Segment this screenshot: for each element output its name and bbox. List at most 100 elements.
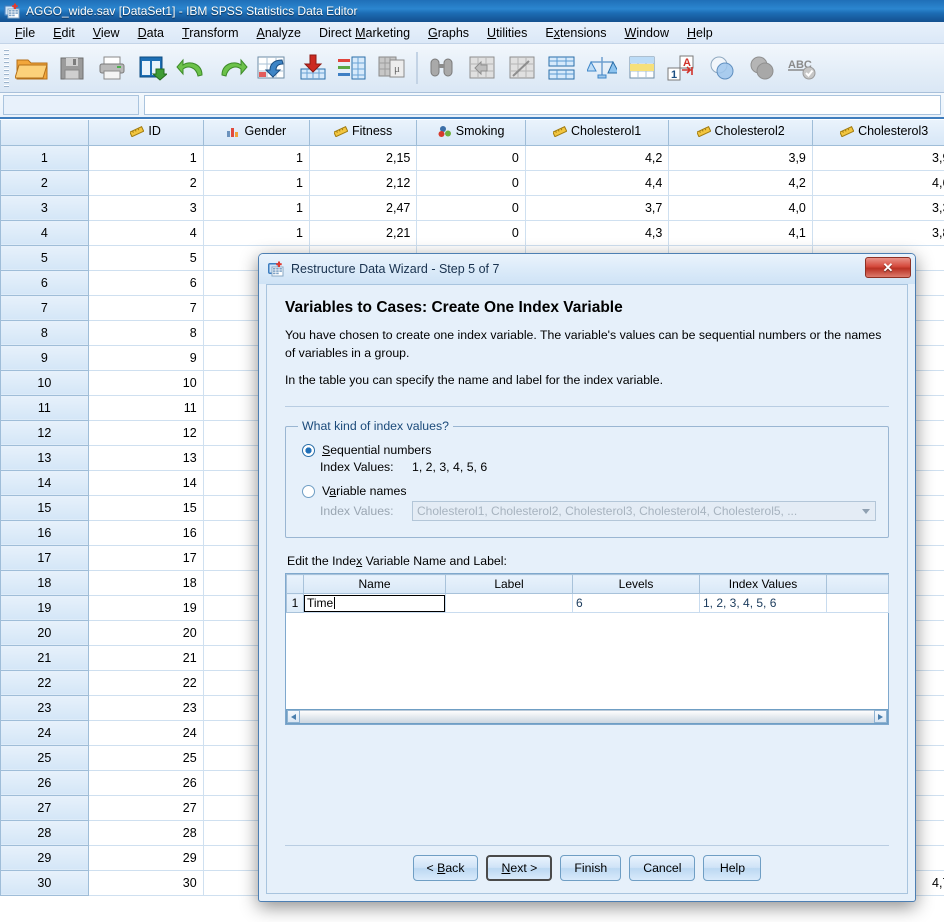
undo-icon[interactable] bbox=[172, 47, 212, 89]
column-header-gender[interactable]: Gender bbox=[203, 120, 309, 145]
grid-cell[interactable]: 1 bbox=[203, 170, 309, 195]
help-button[interactable]: Help bbox=[703, 855, 761, 881]
spell-check-icon[interactable]: ABC bbox=[782, 47, 822, 89]
menu-utilities[interactable]: Utilities bbox=[478, 24, 536, 42]
grid-cell[interactable]: 0 bbox=[417, 220, 525, 245]
menu-window[interactable]: Window bbox=[616, 24, 678, 42]
row-header[interactable]: 28 bbox=[1, 820, 89, 845]
index-table-header-label[interactable]: Label bbox=[446, 575, 573, 594]
split-file-icon[interactable] bbox=[542, 47, 582, 89]
row-header[interactable]: 13 bbox=[1, 445, 89, 470]
save-file-icon[interactable] bbox=[52, 47, 92, 89]
menu-edit[interactable]: Edit bbox=[44, 24, 84, 42]
row-header[interactable]: 9 bbox=[1, 345, 89, 370]
column-header-id[interactable]: ID bbox=[88, 120, 203, 145]
run-descriptives-icon[interactable]: μ bbox=[372, 47, 412, 89]
row-header[interactable]: 24 bbox=[1, 720, 89, 745]
index-name-input[interactable]: Time bbox=[304, 595, 445, 612]
grid-cell[interactable]: 3 bbox=[88, 195, 203, 220]
index-name-cell[interactable]: Time bbox=[304, 594, 446, 613]
grid-corner-header[interactable] bbox=[1, 120, 89, 145]
grid-cell[interactable]: 0 bbox=[417, 145, 525, 170]
grid-cell[interactable]: 9 bbox=[88, 345, 203, 370]
menu-direct-marketing[interactable]: Direct Marketing bbox=[310, 24, 419, 42]
grid-cell[interactable]: 2,15 bbox=[309, 145, 416, 170]
row-header[interactable]: 10 bbox=[1, 370, 89, 395]
grid-cell[interactable]: 2,47 bbox=[309, 195, 416, 220]
row-header[interactable]: 17 bbox=[1, 545, 89, 570]
menu-help[interactable]: Help bbox=[678, 24, 722, 42]
grid-cell[interactable]: 4,0 bbox=[669, 195, 813, 220]
grid-cell[interactable]: 4,4 bbox=[525, 170, 669, 195]
menu-graphs[interactable]: Graphs bbox=[419, 24, 478, 42]
grid-cell[interactable]: 5 bbox=[88, 245, 203, 270]
column-header-cholesterol2[interactable]: Cholesterol2 bbox=[669, 120, 813, 145]
scroll-track[interactable] bbox=[300, 710, 874, 723]
row-header[interactable]: 8 bbox=[1, 320, 89, 345]
insert-variable-icon[interactable] bbox=[502, 47, 542, 89]
column-header-cholesterol3[interactable]: Cholesterol3 bbox=[812, 120, 944, 145]
grid-cell[interactable]: 20 bbox=[88, 620, 203, 645]
grid-cell[interactable]: 13 bbox=[88, 445, 203, 470]
grid-cell[interactable]: 1 bbox=[203, 145, 309, 170]
grid-cell[interactable]: 3,9 bbox=[812, 145, 944, 170]
goto-variable-icon[interactable] bbox=[292, 47, 332, 89]
row-header[interactable]: 4 bbox=[1, 220, 89, 245]
index-table-row[interactable]: 1 Time 6 1, 2, 3, 4, 5, 6 bbox=[287, 594, 889, 613]
grid-cell[interactable]: 6 bbox=[88, 270, 203, 295]
select-cases-icon[interactable] bbox=[622, 47, 662, 89]
radio-sequential-numbers[interactable]: Sequential numbers bbox=[302, 443, 876, 457]
grid-cell[interactable]: 4,6 bbox=[812, 170, 944, 195]
column-header-smoking[interactable]: Smoking bbox=[417, 120, 525, 145]
grid-cell[interactable]: 1 bbox=[88, 145, 203, 170]
grid-cell[interactable]: 26 bbox=[88, 770, 203, 795]
scroll-right-icon[interactable] bbox=[874, 710, 887, 723]
row-header[interactable]: 2 bbox=[1, 170, 89, 195]
menu-transform[interactable]: Transform bbox=[173, 24, 248, 42]
index-table-header-index-values[interactable]: Index Values bbox=[700, 575, 827, 594]
cancel-button[interactable]: Cancel bbox=[629, 855, 695, 881]
row-header[interactable]: 20 bbox=[1, 620, 89, 645]
grid-cell[interactable]: 1 bbox=[203, 220, 309, 245]
toolbar-grip[interactable] bbox=[4, 49, 9, 87]
dialog-titlebar[interactable]: Restructure Data Wizard - Step 5 of 7 ✕ bbox=[259, 254, 915, 284]
cell-value-input[interactable] bbox=[144, 95, 941, 115]
value-labels-icon[interactable]: A 1 bbox=[662, 47, 702, 89]
grid-cell[interactable]: 18 bbox=[88, 570, 203, 595]
row-header[interactable]: 26 bbox=[1, 770, 89, 795]
grid-cell[interactable]: 3,3 bbox=[812, 195, 944, 220]
insert-case-icon[interactable] bbox=[462, 47, 502, 89]
recall-dialogs-icon[interactable] bbox=[132, 47, 172, 89]
index-table-horizontal-scrollbar[interactable] bbox=[286, 709, 888, 724]
grid-cell[interactable]: 0 bbox=[417, 195, 525, 220]
grid-cell[interactable]: 11 bbox=[88, 395, 203, 420]
row-header[interactable]: 3 bbox=[1, 195, 89, 220]
grid-cell[interactable]: 0 bbox=[417, 170, 525, 195]
grid-cell[interactable]: 14 bbox=[88, 470, 203, 495]
row-header[interactable]: 1 bbox=[1, 145, 89, 170]
grid-cell[interactable]: 2 bbox=[88, 170, 203, 195]
row-header[interactable]: 19 bbox=[1, 595, 89, 620]
row-header[interactable]: 30 bbox=[1, 870, 89, 895]
row-header[interactable]: 5 bbox=[1, 245, 89, 270]
scroll-left-icon[interactable] bbox=[287, 710, 300, 723]
grid-cell[interactable]: 12 bbox=[88, 420, 203, 445]
grid-cell[interactable]: 24 bbox=[88, 720, 203, 745]
column-header-cholesterol1[interactable]: Cholesterol1 bbox=[525, 120, 669, 145]
grid-cell[interactable]: 4 bbox=[88, 220, 203, 245]
grid-cell[interactable]: 23 bbox=[88, 695, 203, 720]
table-row[interactable]: 4412,2104,34,13,8 bbox=[1, 220, 944, 245]
show-all-variables-icon[interactable] bbox=[742, 47, 782, 89]
grid-cell[interactable]: 10 bbox=[88, 370, 203, 395]
grid-cell[interactable]: 2,21 bbox=[309, 220, 416, 245]
row-header[interactable]: 29 bbox=[1, 845, 89, 870]
grid-cell[interactable]: 17 bbox=[88, 545, 203, 570]
index-label-cell[interactable] bbox=[446, 594, 573, 613]
row-header[interactable]: 25 bbox=[1, 745, 89, 770]
grid-cell[interactable]: 4,2 bbox=[669, 170, 813, 195]
row-header[interactable]: 21 bbox=[1, 645, 89, 670]
menu-file[interactable]: File bbox=[6, 24, 44, 42]
close-icon[interactable]: ✕ bbox=[865, 257, 911, 278]
grid-cell[interactable]: 4,1 bbox=[669, 220, 813, 245]
menu-extensions[interactable]: Extensions bbox=[536, 24, 615, 42]
